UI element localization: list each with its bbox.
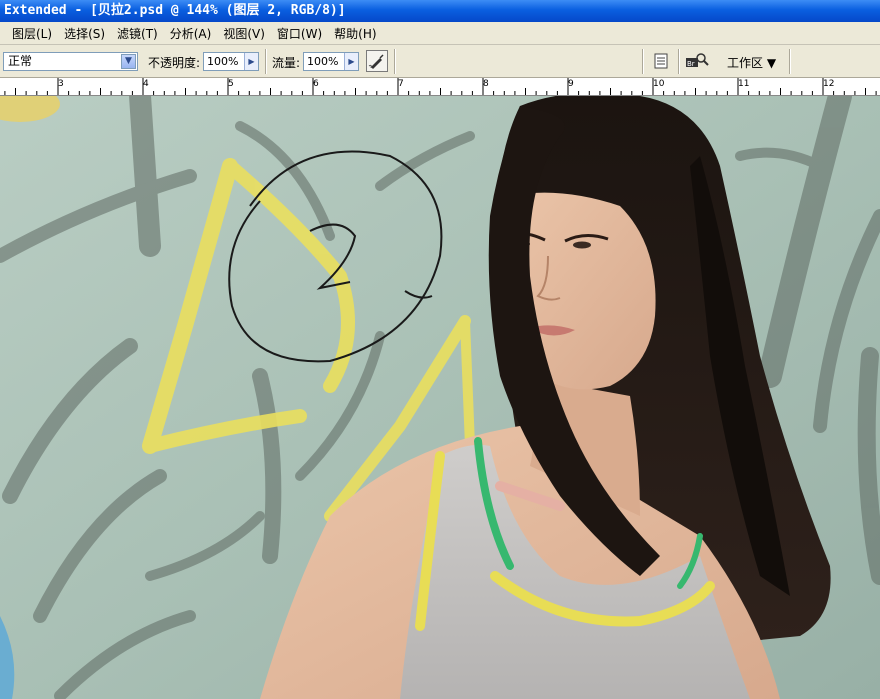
painting: 2: [0, 96, 880, 699]
window-title: Extended - [贝拉2.psd @ 144% (图层 2, RGB/8)…: [4, 3, 346, 18]
menu-select[interactable]: 选择(S): [58, 25, 111, 42]
divider: [789, 49, 791, 74]
menu-view[interactable]: 视图(V): [217, 25, 271, 42]
ruler-number: 10: [653, 79, 665, 89]
flow-value: 100%: [307, 55, 339, 68]
opacity-value: 100%: [207, 55, 239, 68]
menu-help[interactable]: 帮助(H): [328, 25, 382, 42]
divider: [265, 49, 267, 74]
document-canvas[interactable]: 2: [0, 96, 880, 699]
ruler-number: 7: [398, 79, 404, 89]
divider: [642, 49, 644, 74]
bridge-search-icon: Br: [686, 53, 709, 68]
opacity-field[interactable]: 100% ▶: [203, 52, 259, 71]
blend-mode-select[interactable]: 正常 ▼: [3, 52, 138, 71]
palette-icon: [654, 53, 668, 69]
options-bar: 正常 ▼ 不透明度: 100% ▶ 流量: 100% ▶ Br 工作区 ▼: [0, 45, 880, 78]
airbrush-button[interactable]: [366, 50, 388, 72]
divider: [678, 49, 680, 74]
window-title-bar[interactable]: Extended - [贝拉2.psd @ 144% (图层 2, RGB/8)…: [0, 0, 880, 22]
ruler-number: 11: [738, 79, 750, 89]
opacity-arrow-icon[interactable]: ▶: [244, 53, 258, 70]
ruler-number: 4: [143, 79, 149, 89]
bridge-button[interactable]: Br: [684, 50, 710, 72]
ruler-number: 12: [823, 79, 835, 89]
menu-window[interactable]: 窗口(W): [271, 25, 328, 42]
airbrush-icon: [368, 54, 384, 69]
opacity-label: 不透明度:: [148, 56, 201, 70]
ruler-number: 8: [483, 79, 489, 89]
menu-analysis[interactable]: 分析(A): [164, 25, 218, 42]
palette-button[interactable]: [650, 50, 672, 72]
blend-mode-value: 正常: [8, 54, 33, 68]
horizontal-ruler: 3 4 5 6 7 8 9 10 11 12: [0, 78, 880, 96]
menu-layer[interactable]: 图层(L): [6, 25, 58, 42]
divider: [394, 49, 396, 74]
chevron-down-icon[interactable]: ▼: [121, 54, 136, 69]
ruler-number: 5: [228, 79, 234, 89]
menu-filter[interactable]: 滤镜(T): [111, 25, 164, 42]
ruler-number: 3: [58, 79, 64, 89]
menu-bar: 图层(L) 选择(S) 滤镜(T) 分析(A) 视图(V) 窗口(W) 帮助(H…: [0, 22, 880, 45]
workspace-menu[interactable]: 工作区 ▼: [727, 54, 776, 71]
flow-arrow-icon[interactable]: ▶: [344, 53, 358, 70]
svg-text:Br: Br: [687, 60, 695, 68]
flow-field[interactable]: 100% ▶: [303, 52, 359, 71]
ruler-number: 6: [313, 79, 319, 89]
flow-label: 流量:: [272, 56, 301, 70]
ruler-number: 9: [568, 79, 574, 89]
